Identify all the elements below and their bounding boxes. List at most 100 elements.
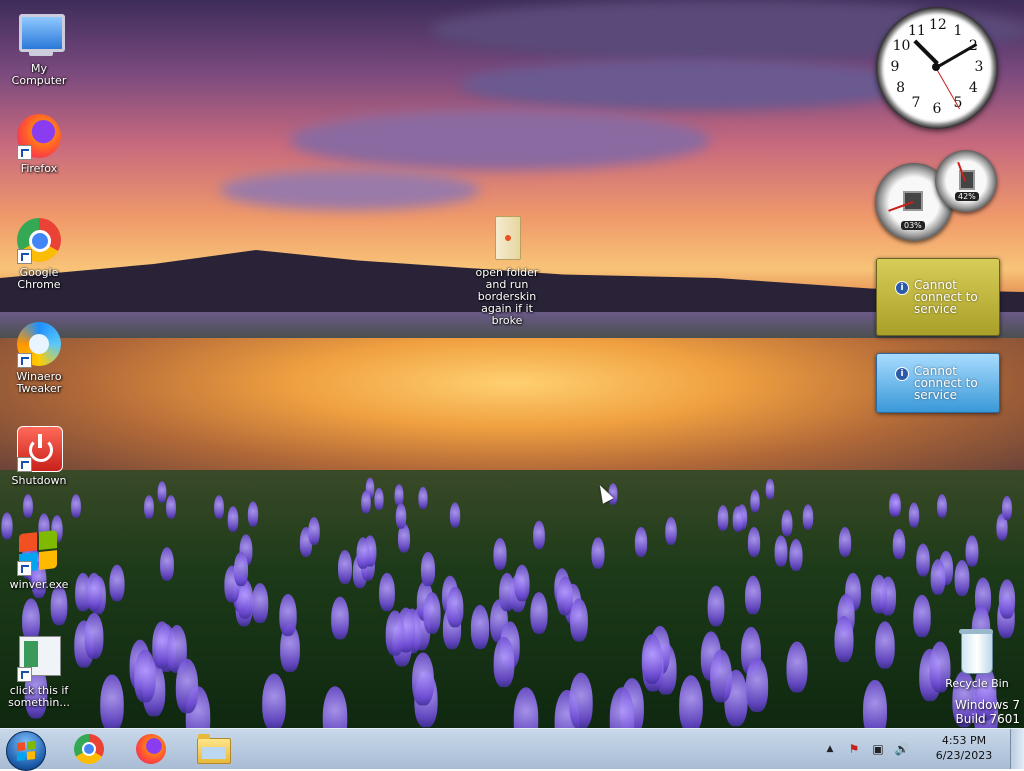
action-center-flag-icon[interactable]: ⚑: [846, 741, 862, 757]
desktop-icon-click-this[interactable]: click this if somethin...: [0, 634, 78, 709]
flower-decoration: [707, 585, 725, 627]
taskbar-clock[interactable]: 4:53 PM 6/23/2023: [926, 733, 1002, 763]
icon-label: somethin...: [8, 696, 70, 709]
desktop-icon-google-chrome[interactable]: Google Chrome: [0, 216, 78, 291]
flower-decoration: [875, 621, 895, 669]
flower-decoration: [233, 551, 249, 587]
clock-numeral: 7: [911, 95, 921, 112]
flower-decoration: [930, 559, 946, 595]
flower-decoration: [892, 528, 906, 560]
desktop-wallpaper: [0, 0, 1024, 728]
gadget-message: service: [914, 302, 957, 316]
icon-label: Chrome: [17, 278, 61, 291]
cloud: [460, 60, 920, 110]
winaero-tweaker-icon: [15, 320, 63, 368]
flower-decoration: [446, 586, 464, 628]
show-hidden-icons-chevron-icon[interactable]: ▲: [822, 741, 838, 757]
file-explorer-icon: [197, 734, 231, 764]
icon-label: Recycle Bin: [945, 677, 1009, 690]
flower-decoration: [493, 636, 515, 688]
flower-decoration: [745, 575, 761, 615]
volume-icon[interactable]: 🔊: [894, 741, 910, 757]
flower-decoration: [157, 481, 167, 503]
taskbar-explorer-button[interactable]: [186, 731, 242, 767]
desktop-icon-my-computer[interactable]: My Computer: [0, 12, 78, 87]
weather-gadget-blue[interactable]: i Cannot connect to service: [876, 353, 1000, 413]
clock-gadget[interactable]: 121234567891011: [876, 7, 998, 129]
flower-decoration: [374, 487, 384, 511]
taskbar: ▲ ⚑ ▣ 🔊 4:53 PM 6/23/2023: [0, 728, 1024, 771]
desktop-icon-shutdown[interactable]: Shutdown: [0, 424, 78, 487]
clock-numeral: 12: [929, 17, 947, 33]
desktop-icon-winaero-tweaker[interactable]: Winaero Tweaker: [0, 320, 78, 395]
flower-decoration: [533, 520, 545, 550]
flower-decoration: [227, 506, 239, 532]
flower-decoration: [279, 593, 297, 637]
flower-decoration: [750, 489, 760, 513]
icon-label: Firefox: [20, 162, 58, 175]
watermark-line: Build 7601: [955, 712, 1020, 726]
start-button[interactable]: [6, 731, 46, 771]
flower-decoration: [916, 543, 930, 577]
gadget-message: service: [914, 388, 957, 402]
power-icon: [15, 424, 63, 472]
flower-decoration: [361, 490, 371, 514]
flower-decoration: [908, 502, 920, 528]
flower-decoration: [570, 598, 588, 642]
flower-decoration: [514, 564, 530, 602]
flower-decoration: [395, 503, 407, 529]
memory-meter-gadget[interactable]: 42%: [935, 150, 997, 212]
flower-decoration: [470, 604, 490, 650]
icon-label: Tweaker: [16, 382, 62, 395]
flower-decoration: [665, 517, 677, 545]
desktop-icon-recycle-bin[interactable]: Recycle Bin: [934, 629, 1020, 690]
flower-decoration: [160, 547, 174, 581]
flower-decoration: [871, 574, 887, 614]
clock-numeral: 4: [968, 80, 978, 96]
flower-decoration: [834, 615, 854, 663]
show-desktop-button[interactable]: [1010, 729, 1024, 769]
flower-decoration: [641, 634, 663, 684]
system-tray: ▲ ⚑ ▣ 🔊: [820, 729, 920, 769]
flower-decoration: [385, 610, 405, 656]
flower-decoration: [745, 657, 769, 713]
watermark-line: Windows 7: [954, 698, 1020, 712]
flower-decoration: [530, 592, 548, 634]
taskbar-chrome-button[interactable]: [62, 731, 118, 767]
flower-decoration: [109, 564, 125, 602]
flower-decoration: [998, 579, 1016, 619]
flower-decoration: [732, 506, 744, 532]
flower-decoration: [747, 527, 761, 557]
folder-icon: [483, 216, 531, 264]
shortcut-arrow-icon: [17, 667, 32, 682]
flower-decoration: [262, 673, 286, 728]
windows-logo-icon: [17, 741, 35, 761]
recycle-bin-icon: [959, 629, 993, 674]
flower-decoration: [175, 658, 199, 714]
flower-decoration: [423, 592, 441, 634]
chrome-icon: [74, 734, 104, 764]
desktop-icon-firefox[interactable]: Firefox: [0, 112, 78, 175]
hour-hand: [913, 39, 939, 65]
weather-gadget-yellow[interactable]: i Cannot connect to service: [876, 258, 1000, 336]
flower-decoration: [356, 537, 370, 569]
shortcut-arrow-icon: [17, 353, 32, 368]
flower-decoration: [338, 550, 352, 584]
flower-decoration: [1002, 495, 1012, 521]
flower-decoration: [86, 572, 102, 612]
flower-decoration: [774, 535, 788, 567]
cpu-chip-icon: [903, 191, 923, 211]
flower-decoration: [418, 486, 428, 510]
desktop-folder-borderskin[interactable]: open folder and run borderskin again if …: [468, 216, 546, 327]
flower-decoration: [23, 494, 33, 518]
clock-numeral: 9: [890, 59, 900, 75]
network-icon[interactable]: ▣: [870, 741, 886, 757]
taskbar-firefox-button[interactable]: [124, 731, 180, 767]
flower-decoration: [308, 517, 320, 545]
clock-numeral: 6: [932, 101, 942, 117]
firefox-icon: [15, 112, 63, 160]
icon-label: broke: [491, 314, 523, 327]
flower-decoration: [591, 537, 605, 569]
desktop-icon-winver[interactable]: winver.exe: [0, 528, 78, 591]
flower-decoration: [214, 495, 224, 519]
